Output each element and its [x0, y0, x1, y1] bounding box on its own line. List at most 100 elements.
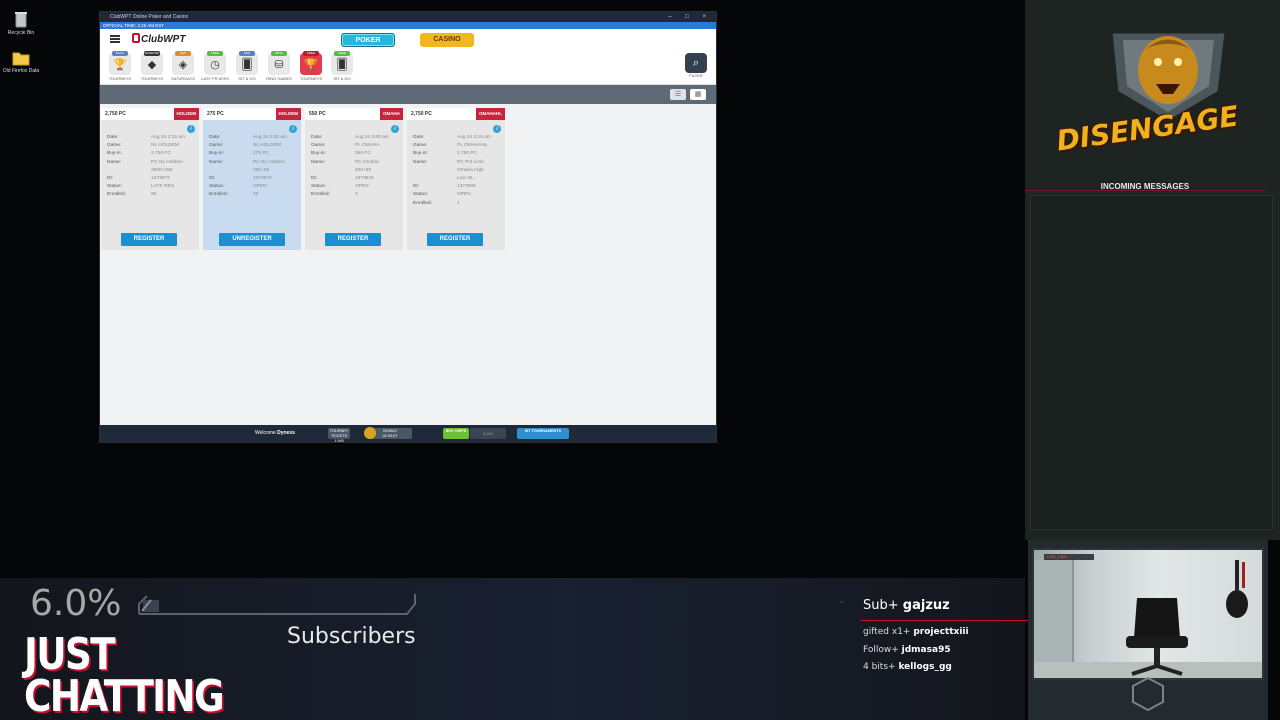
- detail-label: ID:: [311, 176, 318, 182]
- trophy-icon: 🏆: [304, 59, 318, 71]
- tournament-card[interactable]: 2,750 PC HOLDEM i Date: Aug 24 2:15 am Ga…: [101, 108, 199, 250]
- subscriber-goal-bar: [138, 594, 416, 615]
- detail-label: Date:: [311, 135, 323, 140]
- detail-game: NL HOLDEM: [151, 143, 179, 149]
- info-icon[interactable]: i: [187, 125, 195, 133]
- detail-name: PC Pot Limit Omaha High Low 25...: [457, 159, 484, 182]
- detail-label: Name:: [107, 159, 122, 165]
- clock-icon: ◷: [210, 59, 220, 71]
- detail-label: Status:: [209, 184, 224, 190]
- register-button[interactable]: REGISTER: [121, 233, 177, 246]
- game-type-label: RING GAMES: [266, 76, 292, 81]
- detail-label: Status:: [107, 184, 122, 190]
- detail-enrolled: 1: [457, 200, 460, 206]
- register-button[interactable]: REGISTER: [427, 233, 483, 246]
- filter-label: FILTER: [689, 73, 703, 78]
- info-icon[interactable]: i: [493, 125, 501, 133]
- window-controls[interactable]: – □ ×: [668, 12, 712, 22]
- my-tournaments-button[interactable]: MY TOURNAMENTS: [517, 428, 569, 439]
- tournament-card[interactable]: 275 PC HOLDEM i Date: Aug 24 2:30 am Game…: [203, 108, 301, 250]
- register-button[interactable]: REGISTER: [325, 233, 381, 246]
- desktop-icon-recycle-bin[interactable]: Recycle Bin: [1, 10, 41, 36]
- detail-label: Name:: [209, 159, 224, 165]
- detail-id: 1373874: [253, 176, 272, 182]
- buy-chips-button[interactable]: BUY CHIPS: [443, 428, 469, 439]
- detail-id: 1373873: [151, 176, 170, 182]
- divider: [1025, 190, 1265, 191]
- event-username: jdmasa95: [901, 645, 951, 655]
- card-prize: 2,750 PC: [411, 111, 432, 117]
- game-type-last-fr-ayes[interactable]: FREE ◷ LAST FR AYES: [200, 51, 230, 81]
- cards-icon: 🂠: [336, 59, 348, 71]
- hamburger-menu-icon[interactable]: [110, 35, 120, 43]
- tickets-value: 1,945: [334, 439, 344, 443]
- detail-label: Name:: [413, 159, 428, 165]
- game-badge: OMAHAHL: [476, 108, 505, 120]
- detail-game: NL HOLDEM: [253, 143, 281, 149]
- detail-label: Game:: [107, 143, 122, 149]
- desktop-icon-label: Old Firefox Data: [2, 68, 40, 74]
- official-time: OFFICIAL TIME: 2:26 AM EST: [103, 23, 165, 28]
- filter-button[interactable]: ⌕ FILTER: [684, 53, 708, 78]
- card-header: 275 PC HOLDEM: [203, 108, 301, 120]
- game-type-label: TOURNEYS: [299, 76, 323, 81]
- list-view-icon[interactable]: ☰: [670, 89, 686, 100]
- poker-tab-button[interactable]: POKER: [341, 33, 395, 47]
- detail-enrolled: 22: [253, 192, 259, 198]
- info-icon[interactable]: i: [391, 125, 399, 133]
- game-type-tag: SNG: [239, 51, 255, 56]
- detail-status: LATE REG: [151, 184, 175, 190]
- detail-label: Enrolled:: [209, 192, 228, 198]
- game-type-daily-tourneys[interactable]: DAILY 🏆 TOURNEYS: [105, 51, 135, 81]
- bonus-timer[interactable]: BONUS 01:09:07: [364, 427, 412, 439]
- app-window: ClubWPT Online Poker and Casino – □ × OF…: [99, 11, 717, 443]
- detail-date: Aug 24 2:15 am: [151, 135, 185, 140]
- game-type-tag: FREE: [207, 51, 223, 56]
- wall-guitar: [1226, 560, 1248, 618]
- game-type-ring-games[interactable]: RING ⛁ RING GAMES: [264, 51, 294, 81]
- official-time-bar: OFFICIAL TIME: 2:26 AM EST: [100, 22, 716, 29]
- detail-buyin: 2,750 PC: [151, 151, 172, 157]
- app-footer: Welcome Dynexs TOURNEY TICKETS 1,945 BONU…: [100, 425, 716, 442]
- goal-label: Subscribers: [287, 624, 416, 649]
- overlay-side-panel: DISENGAGE INCOMING MESSAGES: [1025, 0, 1280, 540]
- casino-tab-button[interactable]: CASINO: [420, 33, 474, 47]
- info-icon[interactable]: i: [289, 125, 297, 133]
- game-type-tag: RING: [271, 51, 287, 56]
- card-details: Date: Aug 24 2:30 am Game: NL HOLDEM Buy-i…: [209, 134, 297, 200]
- game-type-sit-and-go[interactable]: SNG 🂠 SIT & GO: [232, 51, 262, 81]
- detail-status: OPEN: [355, 184, 369, 190]
- game-type-label: SIT & GO: [333, 76, 351, 81]
- detail-label: Name:: [311, 159, 326, 165]
- detail-label: Buy-in:: [413, 151, 428, 157]
- card-prize: 275 PC: [207, 111, 224, 117]
- window-titlebar[interactable]: ClubWPT Online Poker and Casino – □ ×: [100, 12, 716, 22]
- game-type-label: SIT & GO: [238, 76, 256, 81]
- game-type-label: TOURNEYS: [140, 76, 164, 81]
- latest-sub-event: Sub+ gajzuz: [863, 598, 950, 613]
- desktop-icon-old-firefox-data[interactable]: Old Firefox Data: [1, 50, 41, 74]
- detail-label: Status:: [311, 184, 326, 190]
- view-options-bar: ☰ ▦: [100, 85, 716, 104]
- grid-view-icon[interactable]: ▦: [690, 89, 706, 100]
- event-marker-icon: ◦◦: [840, 600, 845, 606]
- game-type-bar: DAILY 🏆 TOURNEYS DIAMOND ◆ TOURNEYS SAT ◈ S…: [100, 49, 716, 85]
- tourney-tickets[interactable]: TOURNEY TICKETS 1,945: [328, 428, 350, 442]
- game-type-saturdays[interactable]: SAT ◈ SATURDAYS: [168, 51, 198, 81]
- tournament-card[interactable]: 2,750 PC OMAHAHL i Date: Aug 24 3:15 am G…: [407, 108, 505, 250]
- folder-icon: [12, 52, 30, 66]
- recycle-bin-icon: [15, 12, 27, 28]
- unregister-button[interactable]: UNREGISTER: [219, 233, 285, 246]
- tournament-card[interactable]: 550 PC OMAHA i Date: Aug 24 3:00 am Game:…: [305, 108, 403, 250]
- divider: [860, 620, 1030, 621]
- detail-label: Date:: [413, 135, 425, 140]
- detail-label: Status:: [413, 192, 428, 198]
- welcome-text: Welcome Dynexs: [255, 430, 295, 436]
- screen: Recycle Bin Old Firefox Data ClubWPT Onl…: [0, 0, 1280, 720]
- game-type-free-tourneys[interactable]: FREE 🏆 TOURNEYS: [296, 51, 326, 81]
- detail-buyin: 275 PC: [253, 151, 269, 157]
- game-type-diamond-tourneys[interactable]: DIAMOND ◆ TOURNEYS: [137, 51, 167, 81]
- game-badge: HOLDEM: [275, 108, 301, 120]
- detail-label: Date:: [209, 135, 221, 140]
- game-type-free-sit-and-go[interactable]: FREE 🂠 SIT & GO: [327, 51, 357, 81]
